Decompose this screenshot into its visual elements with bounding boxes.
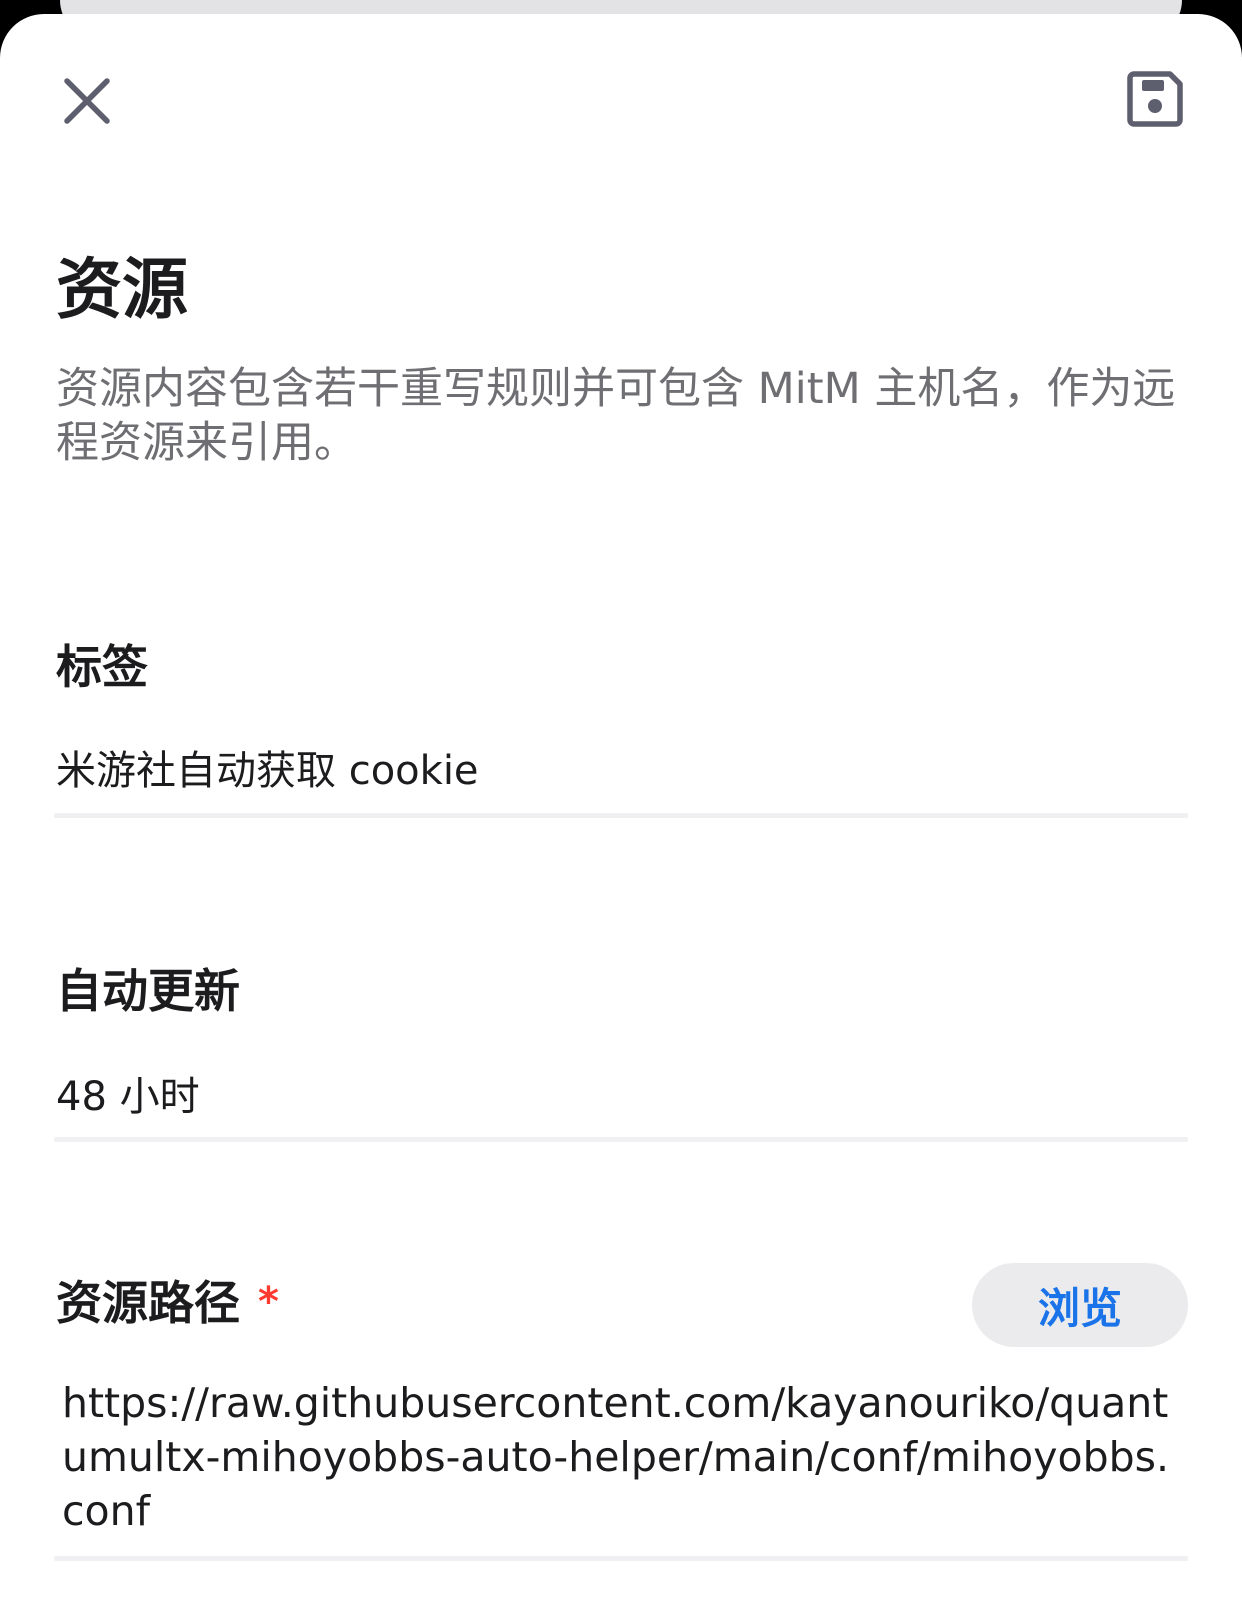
save-icon xyxy=(1127,71,1183,127)
close-button[interactable] xyxy=(54,68,120,134)
save-button[interactable] xyxy=(1122,66,1188,132)
auto-update-underline xyxy=(54,1137,1188,1142)
tag-underline xyxy=(54,813,1188,818)
tag-input[interactable] xyxy=(56,740,1156,794)
auto-update-label: 自动更新 xyxy=(56,964,240,1018)
resource-path-input[interactable]: https://raw.githubusercontent.com/kayano… xyxy=(62,1376,1172,1538)
required-mark: * xyxy=(258,1279,279,1325)
resource-path-label: 资源路径 * xyxy=(56,1276,279,1331)
auto-update-select[interactable]: 48 小时 xyxy=(56,1064,1156,1120)
page-description: 资源内容包含若干重写规则并可包含 MitM 主机名，作为远程资源来引用。 xyxy=(56,364,1176,468)
browse-button[interactable]: 浏览 xyxy=(972,1263,1188,1347)
resource-path-label-text: 资源路径 xyxy=(56,1276,240,1330)
tag-label: 标签 xyxy=(56,640,148,694)
page-title: 资源 xyxy=(56,251,188,328)
resource-path-underline xyxy=(54,1556,1188,1561)
close-icon xyxy=(64,78,110,124)
